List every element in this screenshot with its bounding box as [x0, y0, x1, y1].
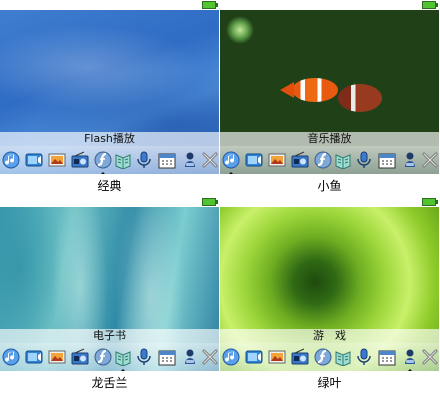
game-icon[interactable]	[181, 348, 199, 366]
radio-icon[interactable]	[71, 348, 89, 366]
device-screen: 游 戏	[220, 197, 439, 371]
theme-preview-lvye[interactable]: 游 戏 绿叶	[220, 197, 440, 393]
calendar-icon[interactable]	[158, 151, 176, 169]
theme-name-label: 绿叶	[317, 376, 342, 390]
music-icon[interactable]	[2, 151, 20, 169]
clownfish-image	[280, 78, 338, 102]
photo-icon[interactable]	[268, 348, 286, 366]
theme-name-label: 小鱼	[317, 179, 342, 193]
flash-icon[interactable]	[94, 151, 112, 174]
music-icon[interactable]	[222, 348, 240, 366]
ebook-icon[interactable]	[334, 151, 352, 169]
dock	[0, 146, 219, 174]
battery-icon	[202, 1, 218, 9]
ebook-icon[interactable]	[334, 348, 352, 366]
settings-icon[interactable]	[421, 348, 439, 366]
game-icon[interactable]	[401, 348, 419, 371]
theme-preview-grid: Flash播放 经典 音乐播放 小鱼 电子书 龙舌兰 游 戏 绿叶	[0, 0, 440, 393]
battery-icon	[202, 198, 218, 206]
theme-preview-jingdian[interactable]: Flash播放 经典	[0, 0, 220, 196]
status-bar	[0, 197, 219, 207]
video-icon[interactable]	[245, 348, 263, 366]
calendar-icon[interactable]	[378, 348, 396, 366]
recorder-icon[interactable]	[135, 348, 153, 366]
dock	[0, 343, 219, 371]
photo-icon[interactable]	[48, 348, 66, 366]
dock	[220, 343, 439, 371]
radio-icon[interactable]	[291, 151, 309, 169]
device-screen: 电子书	[0, 197, 219, 371]
status-bar	[0, 0, 219, 10]
ebook-icon[interactable]	[114, 348, 132, 371]
flash-icon[interactable]	[94, 348, 112, 366]
game-icon[interactable]	[401, 151, 419, 169]
radio-icon[interactable]	[291, 348, 309, 366]
clownfish-image	[338, 84, 382, 112]
ebook-icon[interactable]	[114, 151, 132, 169]
app-title: Flash播放	[0, 132, 219, 146]
settings-icon[interactable]	[201, 151, 219, 169]
flash-icon[interactable]	[314, 348, 332, 366]
settings-icon[interactable]	[421, 151, 439, 169]
flash-icon[interactable]	[314, 151, 332, 169]
recorder-icon[interactable]	[355, 151, 373, 169]
calendar-icon[interactable]	[158, 348, 176, 366]
recorder-icon[interactable]	[355, 348, 373, 366]
video-icon[interactable]	[25, 348, 43, 366]
video-icon[interactable]	[245, 151, 263, 169]
recorder-icon[interactable]	[135, 151, 153, 169]
theme-preview-xiaoyu[interactable]: 音乐播放 小鱼	[220, 0, 440, 196]
dock	[220, 146, 439, 174]
music-icon[interactable]	[222, 151, 240, 174]
theme-name-label: 龙舌兰	[91, 376, 128, 390]
photo-icon[interactable]	[48, 151, 66, 169]
status-bar	[220, 0, 439, 10]
settings-icon[interactable]	[201, 348, 219, 366]
device-screen: Flash播放	[0, 0, 219, 174]
app-title: 电子书	[0, 329, 219, 343]
radio-icon[interactable]	[71, 151, 89, 169]
status-bar	[220, 197, 439, 207]
app-title: 游 戏	[220, 329, 439, 343]
photo-icon[interactable]	[268, 151, 286, 169]
video-icon[interactable]	[25, 151, 43, 169]
app-title: 音乐播放	[220, 132, 439, 146]
music-icon[interactable]	[2, 348, 20, 366]
theme-name-label: 经典	[97, 179, 122, 193]
device-screen: 音乐播放	[220, 0, 439, 174]
calendar-icon[interactable]	[378, 151, 396, 169]
battery-icon	[422, 198, 438, 206]
theme-preview-longshelan[interactable]: 电子书 龙舌兰	[0, 197, 220, 393]
battery-icon	[422, 1, 438, 9]
game-icon[interactable]	[181, 151, 199, 169]
